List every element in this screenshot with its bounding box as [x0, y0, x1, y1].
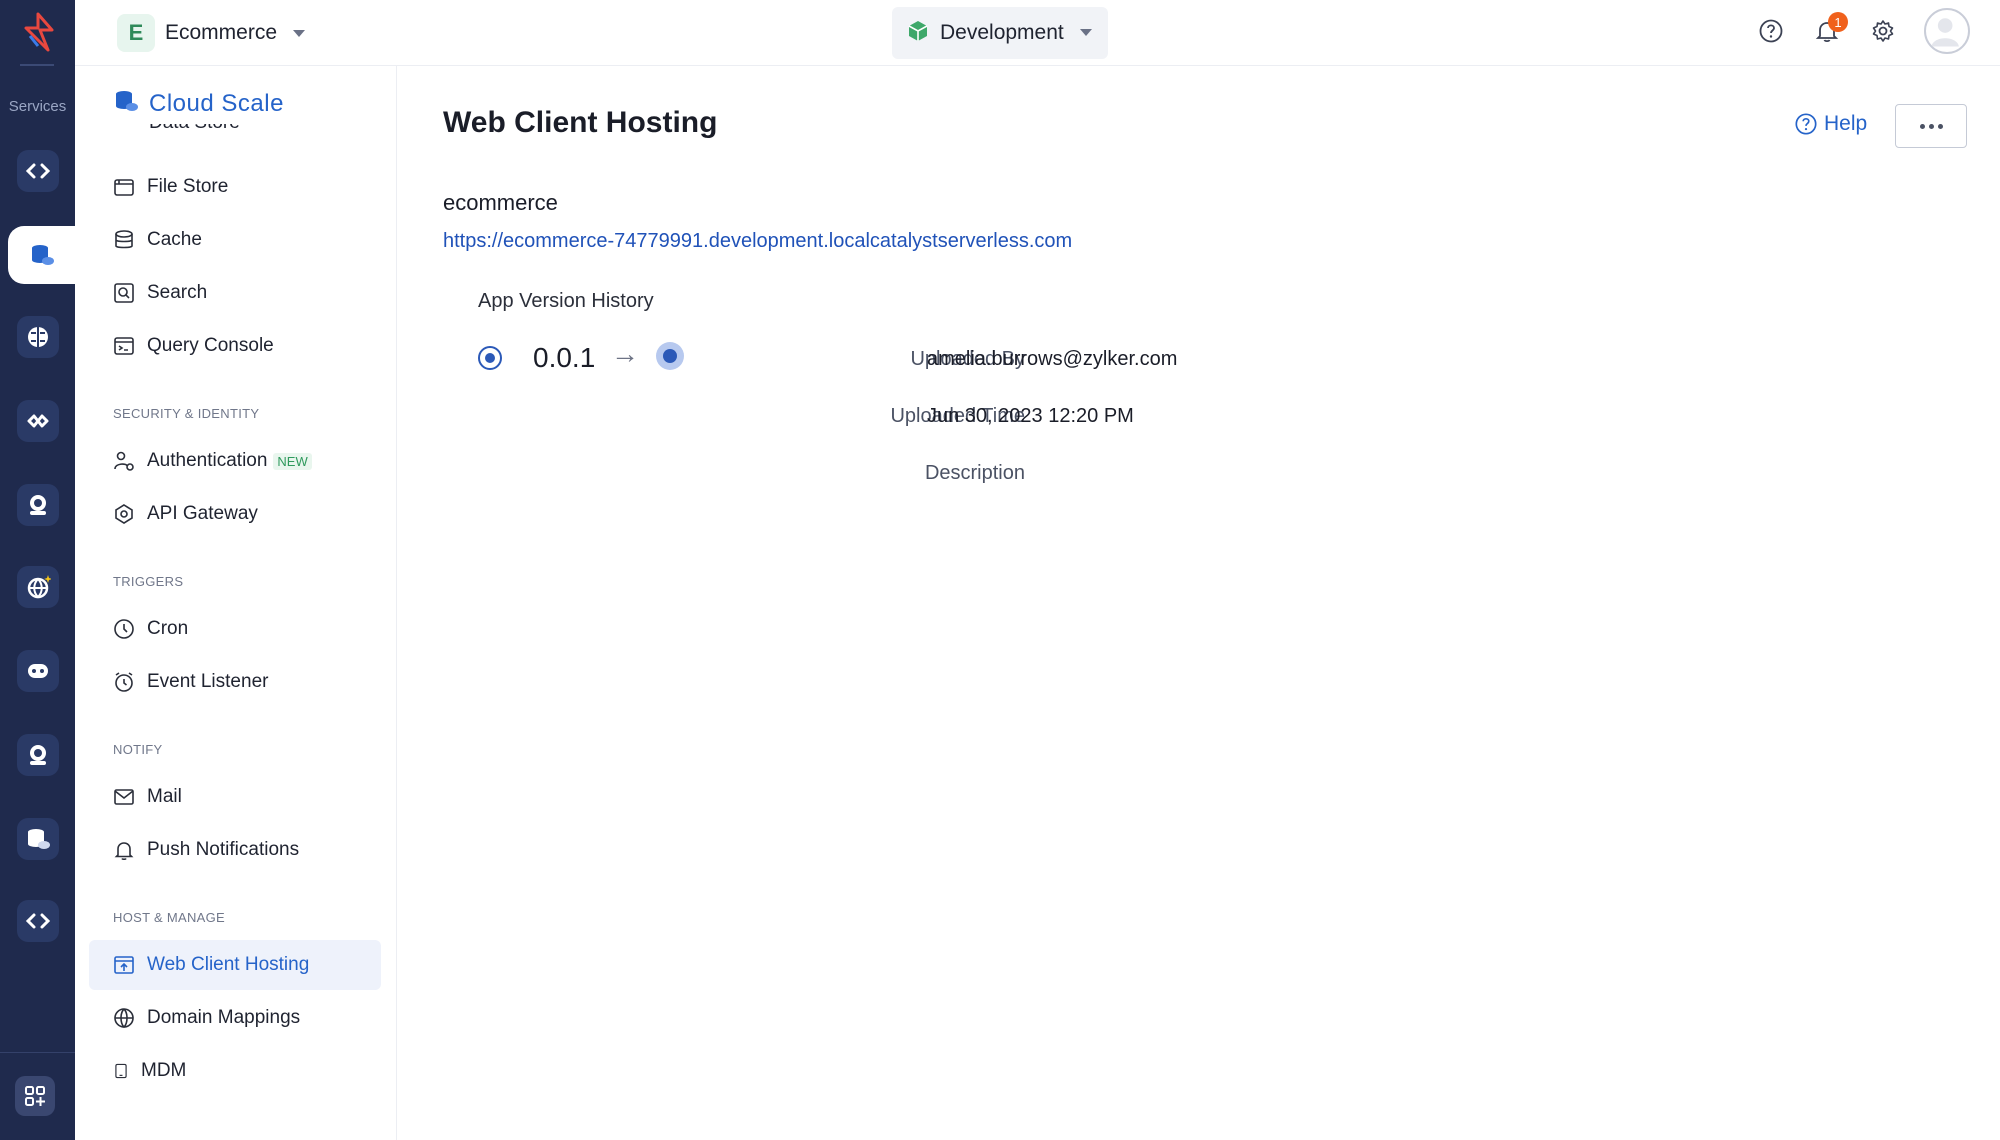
code-service-icon[interactable] [17, 150, 59, 192]
ai-brain-service-icon[interactable] [17, 316, 59, 358]
ellipsis-dot-icon [1919, 123, 1925, 129]
page-title: Web Client Hosting [443, 106, 718, 139]
section-notify: NOTIFY [113, 742, 163, 757]
version-radio-current[interactable] [656, 342, 684, 370]
web-globe-service-icon[interactable] [17, 566, 59, 608]
sidebar-item-web-client-hosting[interactable]: Web Client Hosting [113, 950, 309, 980]
section-security-identity: SECURITY & IDENTITY [113, 406, 260, 421]
chatbot-service-icon[interactable] [17, 650, 59, 692]
sidebar-item-cron[interactable]: Cron [113, 614, 188, 644]
chevron-down-icon [293, 29, 306, 37]
environment-name: Development [940, 21, 1064, 44]
sidebar-item-label: MDM [141, 1060, 187, 1081]
sidebar-item-label: Authentication [147, 450, 268, 471]
sidebar-title: Cloud Scale [149, 89, 284, 117]
project-initial-badge: E [117, 14, 155, 52]
sidebar-item-data-store[interactable]: Data Store [113, 124, 373, 138]
cloud-scale-icon [113, 88, 139, 119]
sidebar-item-label: File Store [147, 176, 229, 197]
astronaut-service-icon-2[interactable] [17, 734, 59, 776]
search-box-icon [114, 283, 134, 303]
notification-bell-icon[interactable]: 1 [1812, 12, 1848, 46]
sidebar-item-cache[interactable]: Cache [113, 225, 202, 255]
sidebar-header: Cloud Scale [113, 88, 284, 119]
sidebar-item-label: Query Console [147, 335, 274, 356]
sidebar-item-label: Cron [147, 618, 189, 639]
chevron-down-icon [1080, 29, 1092, 36]
project-selector[interactable]: E Ecommerce [117, 14, 306, 52]
app-url-link[interactable]: https://ecommerce-74779991.development.l… [443, 230, 1072, 253]
sidebar-item-event-listener[interactable]: Event Listener [113, 667, 268, 697]
sidebar-item-mail[interactable]: Mail [113, 782, 182, 812]
app-name: ecommerce [443, 190, 558, 215]
cube-icon [906, 19, 930, 48]
section-triggers: TRIGGERS [113, 574, 184, 589]
sidebar-item-query-console[interactable]: Query Console [113, 331, 274, 361]
sidebar-item-domain-mappings[interactable]: Domain Mappings [113, 1003, 300, 1033]
help-circle-icon[interactable] [1756, 16, 1786, 46]
main-content: Web Client Hosting Help ecommerce https:… [398, 66, 2000, 1140]
project-name: Ecommerce [165, 21, 278, 44]
web-hosting-icon [114, 956, 134, 974]
database-service-icon[interactable] [17, 818, 59, 860]
sidebar-item-label: Event Listener [147, 671, 269, 692]
code-service-icon-2[interactable] [17, 900, 59, 942]
sidebar-item-api-gateway[interactable]: API Gateway [113, 499, 258, 529]
sidebar-item-label: Search [147, 282, 208, 303]
alarm-clock-icon [115, 672, 133, 692]
service-rail: Services [0, 0, 75, 1140]
section-host-manage: HOST & MANAGE [113, 910, 226, 925]
console-icon [114, 337, 134, 355]
sidebar-item-push-notifications[interactable]: Push Notifications [113, 835, 299, 865]
user-key-icon [114, 451, 134, 471]
cloud-scale-sidebar: Cloud Scale Data Store File Store Cache … [75, 66, 397, 1140]
services-label: Services [8, 98, 67, 115]
notification-count-badge: 1 [1828, 12, 1848, 32]
sidebar-item-label: Domain Mappings [147, 1007, 301, 1028]
mail-icon [114, 789, 134, 805]
version-radio-selected[interactable] [478, 346, 502, 370]
add-service-grid-icon[interactable] [15, 1076, 55, 1116]
sidebar-item-mdm[interactable]: MDM [113, 1056, 186, 1086]
ellipsis-dot-icon [1937, 123, 1943, 129]
sidebar-item-label: Data Store [149, 124, 240, 134]
version-number: 0.0.1 [533, 342, 596, 373]
bell-icon [114, 842, 134, 861]
rail-divider [20, 64, 54, 66]
more-options-button[interactable] [1895, 104, 1967, 148]
folder-icon [114, 179, 134, 196]
sidebar-item-label: Push Notifications [147, 839, 300, 860]
sidebar-item-label: API Gateway [147, 503, 258, 524]
database-icon [115, 230, 133, 249]
help-link[interactable]: Help [1794, 112, 1867, 136]
cloud-scale-service-icon[interactable] [8, 226, 75, 284]
rail-bottom-divider [0, 1052, 75, 1053]
astronaut-service-icon[interactable] [17, 484, 59, 526]
top-bar: E Ecommerce Development 1 [75, 0, 2000, 66]
help-label: Help [1824, 112, 1868, 135]
sidebar-item-search[interactable]: Search [113, 278, 207, 308]
uploaded-time-value: Jun 30, 2023 12:20 PM [927, 405, 1134, 427]
sidebar-item-file-store[interactable]: File Store [113, 172, 228, 202]
settings-gear-icon[interactable] [1868, 16, 1898, 46]
version-history-title: App Version History [478, 290, 654, 312]
uploaded-by-value: amelia.burrows@zylker.com [927, 348, 1178, 370]
clock-icon [114, 619, 134, 639]
catalyst-logo-icon[interactable] [18, 10, 58, 54]
gateway-icon [115, 504, 133, 524]
integration-service-icon[interactable] [17, 400, 59, 442]
sidebar-item-label: Cache [147, 229, 202, 250]
sidebar-item-authentication[interactable]: Authentication NEW [113, 446, 312, 476]
user-avatar[interactable] [1924, 8, 1970, 54]
environment-selector[interactable]: Development [892, 7, 1108, 59]
arrow-right-icon: → [611, 338, 639, 369]
sidebar-item-label: Mail [147, 786, 182, 807]
ellipsis-dot-icon [1928, 123, 1934, 129]
new-badge: NEW [273, 452, 312, 470]
description-label: Description [924, 462, 1025, 484]
globe-icon [114, 1008, 134, 1029]
help-circle-icon [1795, 113, 1817, 135]
mobile-device-icon [115, 1063, 127, 1079]
sidebar-item-label: Web Client Hosting [147, 954, 310, 975]
